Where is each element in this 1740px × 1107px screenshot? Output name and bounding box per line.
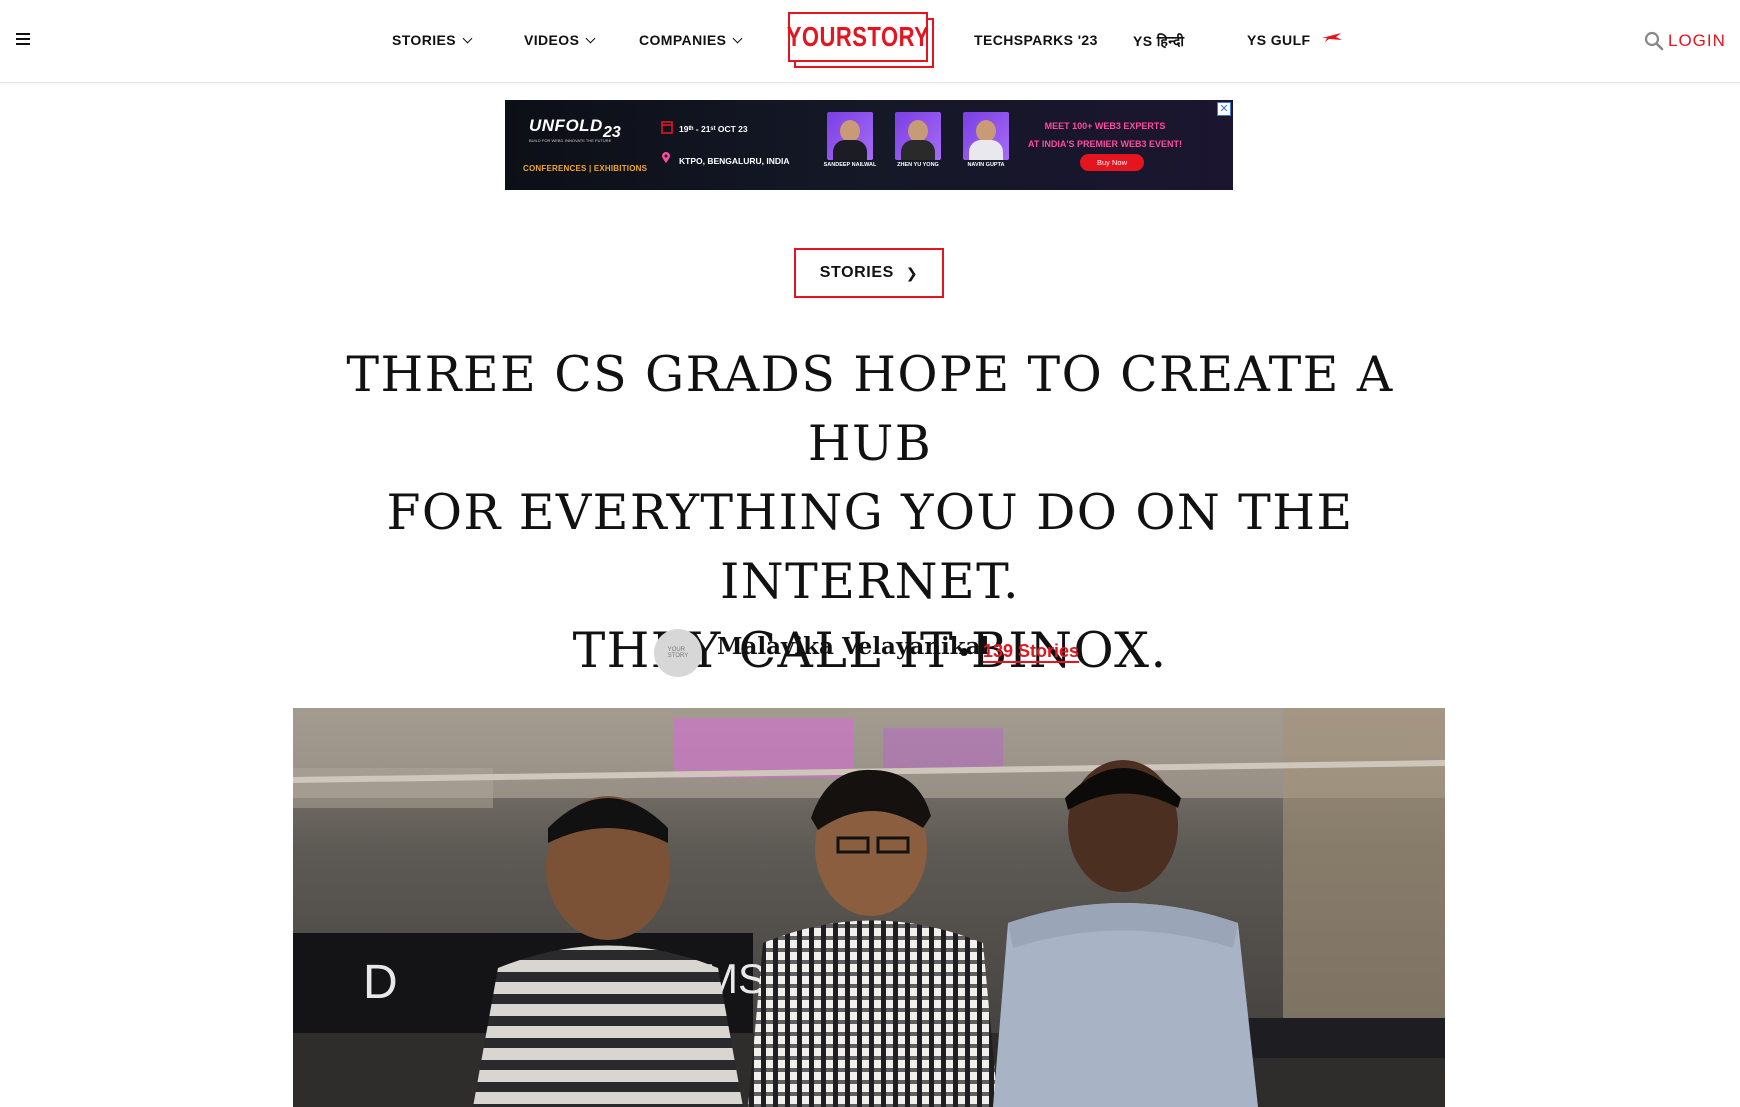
ad-banner[interactable]: ✕ UNFOLD 23 BUILD FOR WEB3. INNOVATE THE… xyxy=(505,100,1233,190)
ad-location: KTPO, BENGALURU, INDIA xyxy=(679,156,790,166)
nav-ys-gulf[interactable]: YS GULF xyxy=(1247,32,1343,48)
ad-tagline: CONFERENCES | EXHIBITIONS xyxy=(523,164,648,173)
chevron-down-icon xyxy=(585,33,596,44)
chevron-down-icon xyxy=(732,33,743,44)
separator-dot xyxy=(960,648,968,656)
ad-date: 19ᵗʰ - 21ˢᵗ OCT 23 xyxy=(679,124,748,134)
search-icon[interactable] xyxy=(1644,31,1664,51)
chevron-down-icon xyxy=(462,33,473,44)
chevron-right-icon: ❯ xyxy=(905,264,919,281)
ad-brand: UNFOLD xyxy=(529,116,603,135)
nav-stories[interactable]: STORIES xyxy=(392,32,473,48)
logo-text: YOURSTORY xyxy=(786,20,930,52)
speaker-name: NAVIN GUPTA xyxy=(967,162,1005,168)
author-stories-link[interactable]: 139 Stories xyxy=(983,641,1080,663)
speaker-name: SANDEEP NAILWAL xyxy=(823,162,877,168)
author-name[interactable]: Malavika Velayanikal xyxy=(717,633,989,660)
login-link[interactable]: LOGIN xyxy=(1668,31,1726,51)
calendar-icon xyxy=(661,121,673,134)
speaker-photo xyxy=(895,112,941,160)
nav-ys-hindi[interactable]: YS हिन्दी xyxy=(1133,32,1184,51)
site-header: STORIES VIDEOS COMPANIES YOURSTORY TECHS… xyxy=(0,0,1740,83)
hero-image: D MS xyxy=(293,708,1445,1107)
plane-icon xyxy=(1321,33,1342,42)
hero-photo: D MS xyxy=(293,708,1445,1107)
yourstory-logo[interactable]: YOURSTORY xyxy=(786,12,936,70)
nav-companies[interactable]: COMPANIES xyxy=(639,32,743,48)
ad-close-icon[interactable]: ✕ xyxy=(1217,102,1231,116)
speaker-photo xyxy=(963,112,1009,160)
location-pin-icon xyxy=(662,152,670,163)
speaker-name: ZHEN YU YONG xyxy=(897,162,939,168)
speaker-photo xyxy=(827,112,873,160)
ad-headline: MEET 100+ WEB3 EXPERTS AT INDIA'S PREMIE… xyxy=(1028,121,1182,149)
nav-techsparks[interactable]: TECHSPARKS '23 xyxy=(974,32,1098,48)
menu-icon[interactable] xyxy=(16,33,30,45)
author-avatar[interactable]: YOUR STORY xyxy=(654,629,702,677)
category-stories-button[interactable]: STORIES ❯ xyxy=(794,248,944,298)
svg-text:D: D xyxy=(363,956,398,1009)
ad-mini-tagline: BUILD FOR WEB3. INNOVATE THE FUTURE xyxy=(529,138,612,143)
nav-videos[interactable]: VIDEOS xyxy=(524,32,596,48)
ad-buy-now-button[interactable]: Buy Now xyxy=(1080,154,1144,171)
